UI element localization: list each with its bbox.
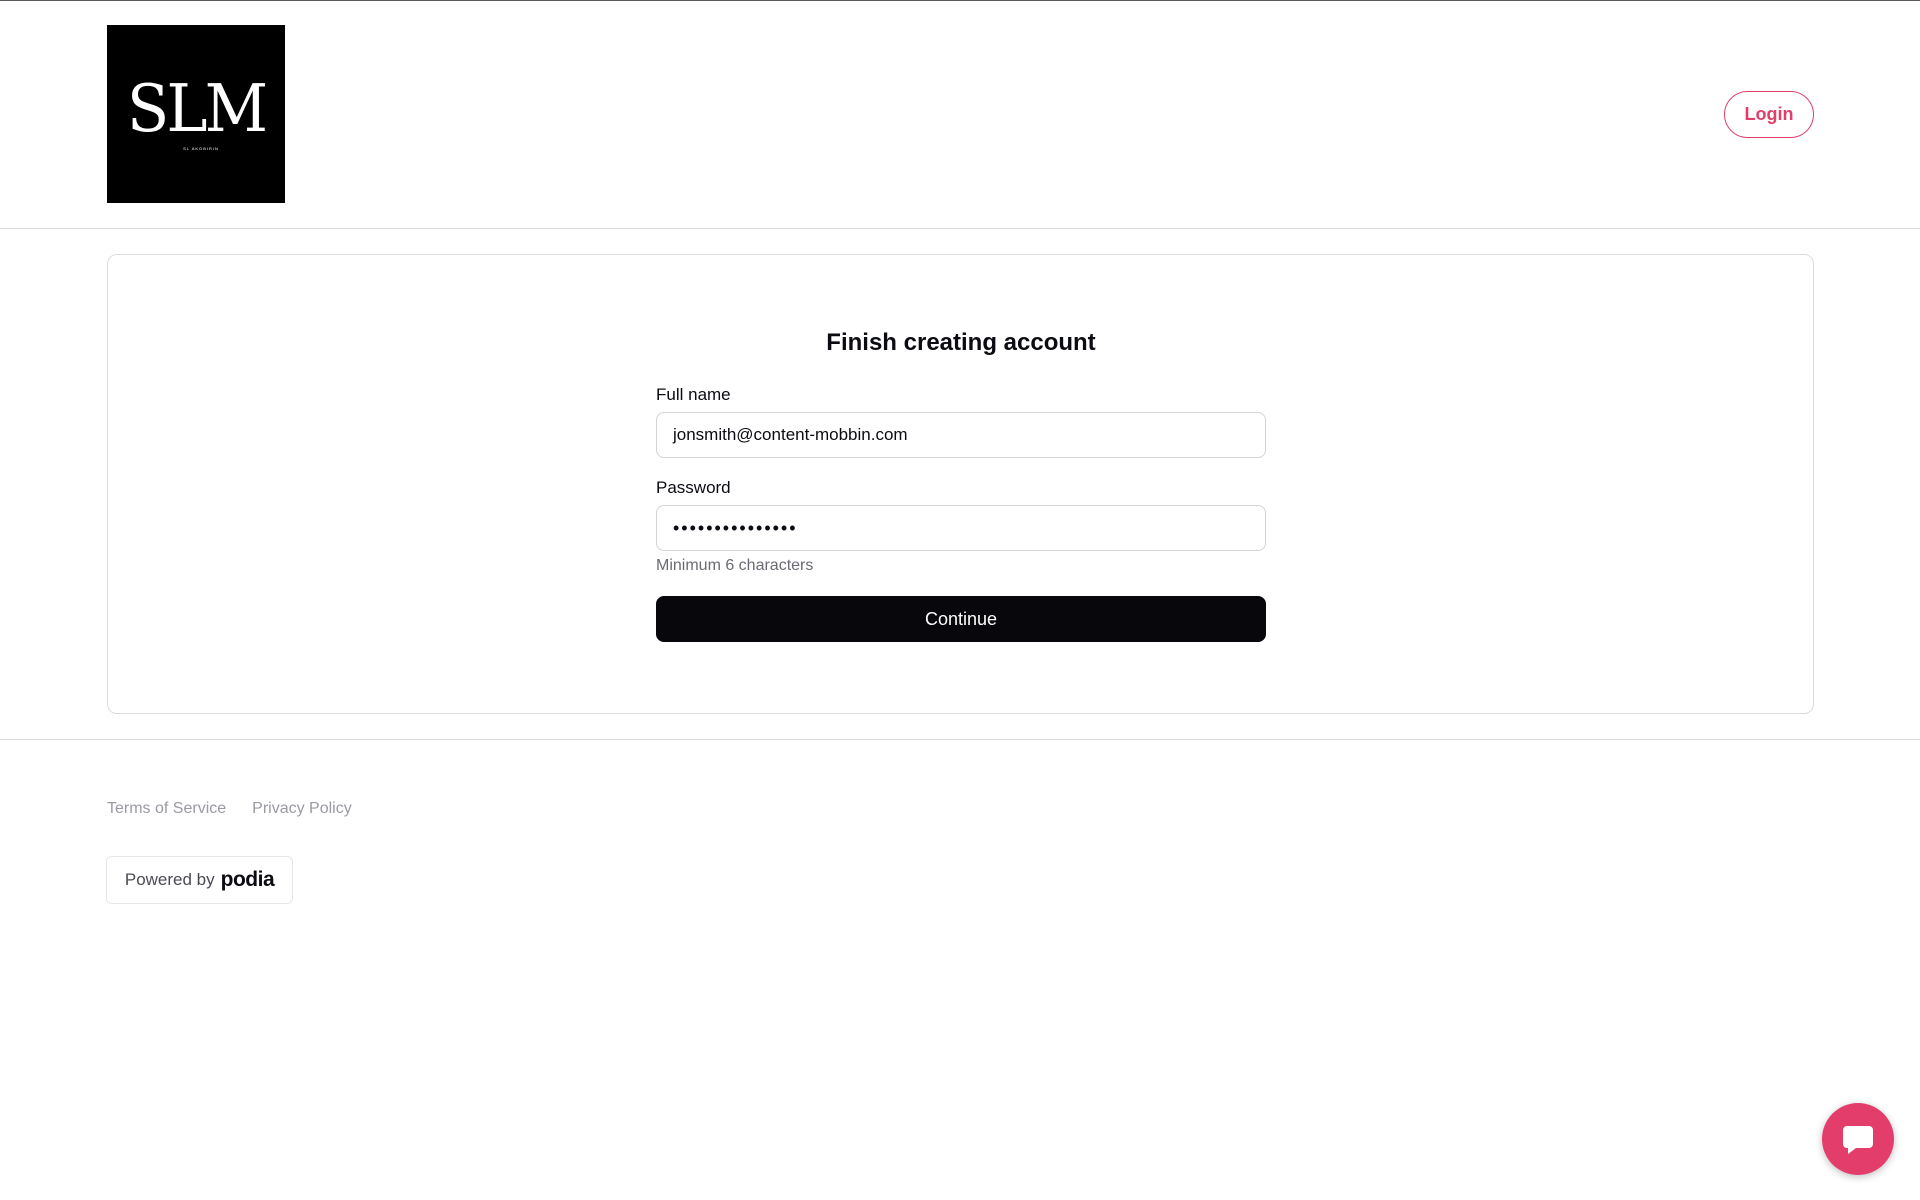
powered-by-podia-badge[interactable]: Powered by podia [106, 856, 293, 904]
password-label: Password [656, 478, 731, 497]
footer-links: Terms of Service Privacy Policy [107, 800, 352, 818]
form-title: Finish creating account [826, 329, 1096, 356]
privacy-policy-link[interactable]: Privacy Policy [252, 800, 352, 818]
password-input[interactable]: ••••••••••••••• [656, 505, 1266, 551]
footer-divider [0, 739, 1920, 740]
full-name-label: Full name [656, 385, 731, 404]
chat-bubble-icon [1843, 1126, 1873, 1154]
signup-card: Finish creating account Full name jonsmi… [107, 254, 1814, 714]
login-button[interactable]: Login [1724, 91, 1814, 138]
full-name-input[interactable]: jonsmith@content-mobbin.com [656, 412, 1266, 458]
terms-of-service-link[interactable]: Terms of Service [107, 800, 226, 818]
continue-button[interactable]: Continue [656, 596, 1266, 642]
site-header: SLM SL AKOBIRIN Login [0, 1, 1920, 229]
store-logo[interactable]: SLM SL AKOBIRIN [107, 25, 285, 203]
chat-launcher-button[interactable] [1822, 1103, 1894, 1175]
logo-wordmark: SLM [126, 69, 268, 147]
password-hint: Minimum 6 characters [656, 557, 814, 574]
powered-by-text: Powered by [124, 870, 215, 889]
podia-logo: podia [220, 868, 275, 891]
